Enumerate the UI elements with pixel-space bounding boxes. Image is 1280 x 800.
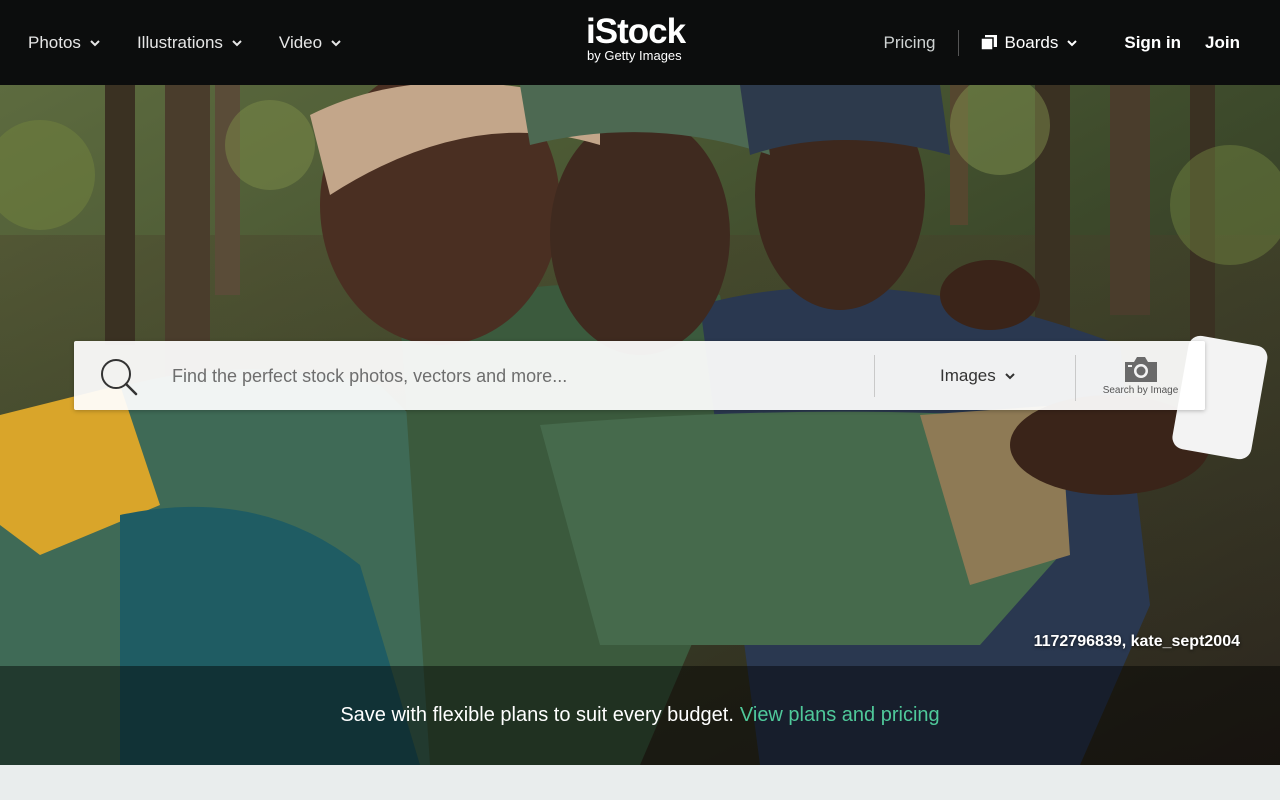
promo-banner: Save with flexible plans to suit every b… (0, 666, 1280, 765)
join-link[interactable]: Join (1205, 33, 1240, 53)
nav-illustrations[interactable]: Illustrations (137, 33, 243, 53)
chevron-down-icon (1005, 372, 1015, 379)
boards-menu[interactable]: Boards (980, 32, 1079, 53)
media-type-label: Images (940, 365, 996, 385)
top-navigation-bar: Photos Illustrations Video iStock by Get… (0, 0, 1280, 85)
account-nav: Pricing Boards Sign in Join (884, 0, 1240, 85)
chevron-down-icon (331, 39, 341, 46)
nav-divider (957, 29, 959, 56)
promo-text: Save with flexible plans to suit every b… (340, 704, 734, 726)
nav-illustrations-label: Illustrations (136, 32, 223, 52)
search-input[interactable] (170, 341, 864, 412)
nav-video-label: Video (278, 32, 323, 52)
boards-label: Boards (1004, 32, 1059, 52)
hero-photo (0, 85, 1280, 765)
logo-wordmark: iStock (586, 12, 686, 51)
search-bar: Images Search by Image (74, 341, 1205, 412)
primary-nav: Photos Illustrations Video (28, 0, 342, 85)
chevron-down-icon (90, 39, 100, 46)
pricing-link[interactable]: Pricing (884, 33, 936, 53)
boards-icon (980, 35, 997, 50)
view-plans-link[interactable]: View plans and pricing (740, 704, 940, 727)
sign-in-link[interactable]: Sign in (1124, 33, 1181, 53)
search-by-image-button[interactable]: Search by Image (1076, 341, 1205, 410)
hero-section: Images Search by Image 1172796839, kate_… (0, 85, 1280, 765)
chevron-down-icon (1067, 39, 1078, 46)
nav-photos-label: Photos (28, 32, 81, 52)
nav-video[interactable]: Video (279, 33, 342, 53)
search-by-image-label: Search by Image (1102, 385, 1179, 396)
search-divider (874, 355, 875, 397)
chevron-down-icon (232, 39, 242, 46)
nav-photos[interactable]: Photos (28, 33, 101, 53)
image-credit: 1172796839, kate_sept2004 (1033, 633, 1240, 650)
search-icon[interactable] (100, 358, 138, 396)
camera-icon (1124, 357, 1157, 382)
media-type-select[interactable]: Images (940, 341, 1016, 410)
istock-logo[interactable]: iStock by Getty Images (586, 12, 698, 63)
page-content-strip (0, 765, 1280, 800)
logo-tagline: by Getty Images (587, 48, 682, 63)
